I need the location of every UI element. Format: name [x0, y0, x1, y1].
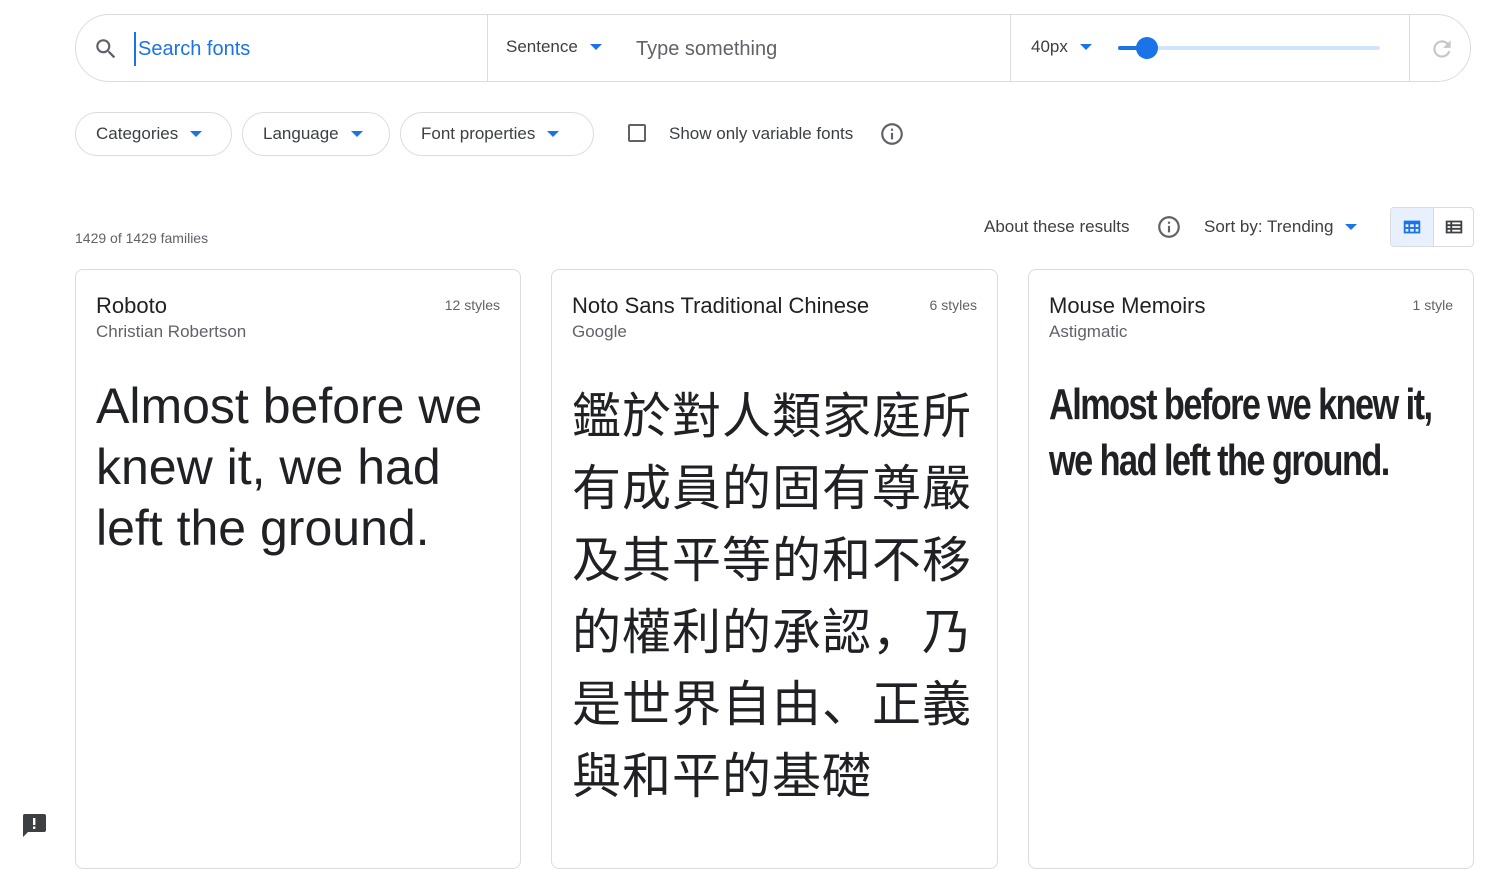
variable-fonts-label: Show only variable fonts	[669, 124, 854, 143]
font-author: Google	[572, 322, 627, 341]
refresh-icon[interactable]	[1429, 36, 1455, 62]
feedback-icon[interactable]	[21, 813, 47, 837]
font-name: Noto Sans Traditional Chinese	[572, 293, 870, 318]
list-view-button[interactable]	[1433, 208, 1473, 246]
search-toolbar: Sentence 40px	[75, 14, 1471, 82]
about-results-link[interactable]: About these results	[984, 217, 1130, 237]
info-icon[interactable]	[1156, 214, 1182, 240]
chevron-down-icon	[1345, 224, 1358, 230]
font-size-dropdown[interactable]: 40px	[1031, 37, 1092, 57]
chevron-down-icon	[1079, 44, 1092, 50]
search-icon[interactable]	[93, 36, 119, 62]
info-icon[interactable]	[879, 121, 905, 147]
preview-mode-dropdown[interactable]: Sentence	[506, 37, 602, 57]
divider	[487, 15, 488, 81]
font-card-mouse-memoirs[interactable]: Mouse Memoirs 1 style Astigmatic Almost …	[1028, 269, 1474, 869]
style-count: 12 styles	[444, 297, 500, 313]
grid-view-icon	[1401, 216, 1423, 238]
font-author: Astigmatic	[1049, 322, 1128, 341]
language-label: Language	[263, 124, 339, 143]
font-preview-text: Almost before we knew it, we had left th…	[96, 378, 483, 556]
divider	[1010, 15, 1011, 81]
search-input[interactable]	[134, 32, 470, 66]
variable-fonts-checkbox[interactable]	[628, 124, 646, 142]
font-size-slider-thumb[interactable]	[1135, 37, 1158, 59]
chevron-down-icon	[350, 131, 363, 137]
font-size-label: 40px	[1031, 37, 1068, 56]
chevron-down-icon	[547, 131, 560, 137]
font-name: Mouse Memoirs	[1049, 293, 1206, 318]
font-name: Roboto	[96, 293, 167, 318]
font-author: Christian Robertson	[96, 322, 247, 341]
font-properties-filter[interactable]: Font properties	[400, 112, 594, 156]
preview-text-input[interactable]	[634, 32, 998, 66]
font-preview-text: 鑑於對人類家庭所有成員的固有尊嚴及其平等的和不移的權利的承認，乃是世界自由、正義…	[572, 388, 973, 805]
list-view-icon	[1443, 216, 1465, 238]
result-count: 1429 of 1429 families	[75, 230, 209, 246]
font-card-roboto[interactable]: Roboto 12 styles Christian Robertson Alm…	[75, 269, 521, 869]
grid-view-button[interactable]	[1391, 208, 1434, 246]
font-properties-label: Font properties	[421, 124, 536, 143]
divider	[1409, 15, 1410, 81]
chevron-down-icon	[190, 131, 203, 137]
style-count: 1 style	[1412, 297, 1453, 313]
sort-dropdown[interactable]: Sort by: Trending	[1204, 217, 1358, 237]
chevron-down-icon	[589, 44, 602, 50]
categories-filter[interactable]: Categories	[75, 112, 232, 156]
preview-mode-label: Sentence	[506, 37, 578, 56]
font-card-noto-sans-tc[interactable]: Noto Sans Traditional Chinese 6 styles G…	[551, 269, 998, 869]
style-count: 6 styles	[929, 297, 977, 313]
view-toggle	[1390, 207, 1474, 247]
language-filter[interactable]: Language	[242, 112, 390, 156]
sort-label: Sort by: Trending	[1204, 217, 1334, 236]
categories-label: Categories	[96, 124, 179, 143]
font-preview-text: Almost before we knew it, we had left th…	[1049, 380, 1433, 485]
